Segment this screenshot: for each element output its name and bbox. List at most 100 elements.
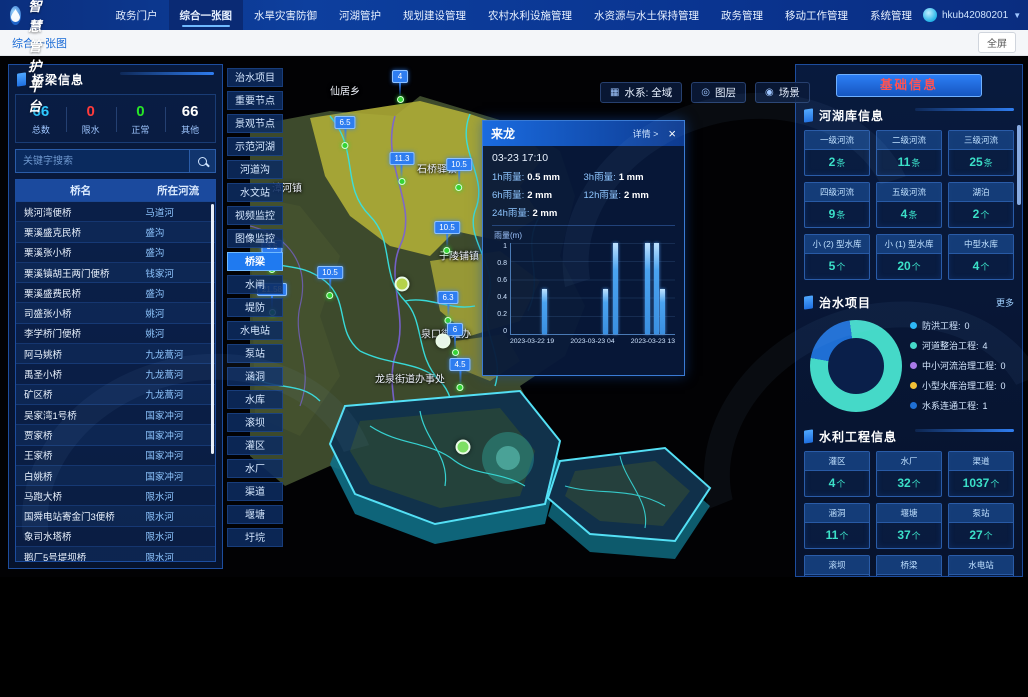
layer-menu-item[interactable]: 治水项目 — [227, 68, 283, 87]
base-info-button[interactable]: 基础信息 — [836, 74, 982, 97]
layer-menu-item[interactable]: 河道沟 — [227, 160, 283, 179]
popup-title: 来龙 — [491, 125, 515, 142]
table-row[interactable]: 栗溪张小桥 盛沟 — [16, 243, 215, 263]
table-row[interactable]: 白姚桥 国家冲河 — [16, 466, 215, 486]
table-row[interactable]: 王家桥 国家冲河 — [16, 446, 215, 466]
bridge-table: 桥名 所在河流 姚河湾便桥 马道河 栗溪盛克民桥 盛沟 栗溪张小桥 盛沟 — [15, 179, 216, 562]
layer-menu-item[interactable]: 圩垸 — [227, 528, 283, 547]
section-accent-line — [120, 72, 214, 75]
breadcrumb-bar: 综合一张图 全屏 — [0, 30, 1028, 56]
layer-menu-item[interactable]: 渠道 — [227, 482, 283, 501]
main-area: 仙居乡 漳河镇 石桥驿镇 子陵铺镇 泉口街道办 龙泉街道办事处 4 6.5 — [0, 56, 1028, 577]
nav-tab[interactable]: 河湖管护 — [328, 0, 392, 30]
table-row[interactable]: 阿马姚桥 九龙蒿河 — [16, 344, 215, 364]
close-icon[interactable]: × — [668, 127, 676, 140]
layer-menu-item[interactable]: 视频监控 — [227, 206, 283, 225]
search-input[interactable] — [15, 149, 190, 173]
layer-menu-item[interactable]: 水厂 — [227, 459, 283, 478]
nav-tab[interactable]: 规划建设管理 — [392, 0, 477, 30]
marker-pin-icon — [457, 384, 464, 391]
map-icon[interactable] — [436, 334, 451, 349]
table-row[interactable]: 栗溪镇胡王两门便桥 钱家河 — [16, 263, 215, 283]
detail-link[interactable]: 详情 > — [633, 127, 659, 140]
table-scrollbar[interactable] — [211, 204, 214, 454]
legend-dot-icon — [910, 402, 917, 409]
rivers-grid: 一级河流 2条 二级河流 11条 三级河流 25条 四级河流 9条 — [796, 128, 1022, 288]
section-accent-line — [915, 108, 1014, 111]
table-row[interactable]: 马跑大桥 限水河 — [16, 486, 215, 506]
stat-tile: 湖泊 2个 — [948, 182, 1014, 228]
layer-menu-item[interactable]: 景观节点 — [227, 114, 283, 133]
layer-menu-item[interactable]: 重要节点 — [227, 91, 283, 110]
marker-pin-icon — [443, 247, 450, 254]
map-icon[interactable] — [456, 440, 471, 455]
nav-tab[interactable]: 移动工作管理 — [774, 0, 859, 30]
marker-stem — [344, 129, 346, 142]
map-marker[interactable]: 11.3 — [390, 152, 415, 185]
map-marker[interactable]: 10.5 — [446, 158, 472, 191]
nav-tab[interactable]: 政务管理 — [710, 0, 774, 30]
user-menu[interactable]: hkub42080201 ▼ — [923, 8, 1028, 22]
stat-tile: 泵站 27个 — [948, 503, 1014, 549]
avatar — [923, 8, 937, 22]
nav-tab[interactable]: 农村水利设施管理 — [477, 0, 583, 30]
fullscreen-button[interactable]: 全屏 — [978, 32, 1016, 53]
legend-item: 防洪工程:0 — [910, 319, 1014, 332]
marker-pin-icon — [398, 178, 405, 185]
layer-menu-item[interactable]: 示范河湖 — [227, 137, 283, 156]
layer-menu-item[interactable]: 水库 — [227, 390, 283, 409]
table-row[interactable]: 鹅厂5号堤坝桥 限水河 — [16, 547, 215, 562]
layer-menu-item[interactable]: 滚坝 — [227, 413, 283, 432]
layer-menu-item[interactable]: 桥梁 — [227, 252, 283, 271]
table-row[interactable]: 国舜电站寄金门3便桥 限水河 — [16, 506, 215, 526]
nav-tab[interactable]: 水资源与水土保持管理 — [583, 0, 710, 30]
nav-tab[interactable]: 系统管理 — [859, 0, 923, 30]
map-marker[interactable]: 4.5 — [449, 358, 470, 391]
layer-menu-item[interactable]: 堰塘 — [227, 505, 283, 524]
nav-tab[interactable]: 水旱灾害防御 — [243, 0, 328, 30]
layer-menu-item[interactable]: 图像监控 — [227, 229, 283, 248]
nav-tab[interactable]: 政务门户 — [105, 0, 169, 30]
layer-menu-item[interactable]: 泵站 — [227, 344, 283, 363]
table-row[interactable]: 贾家桥 国家冲河 — [16, 425, 215, 445]
map-marker[interactable]: 10.5 — [434, 221, 460, 254]
map-tool-button[interactable]: ▦ 水系: 全域 — [600, 82, 682, 103]
map-marker[interactable]: 6.3 — [437, 291, 458, 324]
table-row[interactable]: 司盛张小桥 姚河 — [16, 303, 215, 323]
table-row[interactable]: 象司水塔桥 限水河 — [16, 527, 215, 547]
layer-menu-item[interactable]: 灌区 — [227, 436, 283, 455]
right-panel-scrollbar[interactable] — [1017, 125, 1021, 205]
map-icon[interactable] — [395, 277, 410, 292]
table-row[interactable]: 禹圣小桥 九龙蒿河 — [16, 364, 215, 384]
table-row[interactable]: 栗溪盛克民桥 盛沟 — [16, 222, 215, 242]
col-header-name: 桥名 — [16, 183, 141, 198]
tool-icon: ◉ — [765, 87, 774, 98]
map-town-label: 龙泉街道办事处 — [375, 371, 445, 386]
map-tool-button[interactable]: ◎ 图层 — [691, 82, 746, 103]
layer-menu-item[interactable]: 水文站 — [227, 183, 283, 202]
nav-tab[interactable]: 综合一张图 — [169, 0, 244, 30]
section-accent-line — [915, 429, 1014, 432]
layer-menu-item[interactable]: 涵洞 — [227, 367, 283, 386]
map-marker[interactable]: 6.5 — [334, 116, 355, 149]
table-row[interactable]: 栗溪盛费民桥 盛沟 — [16, 283, 215, 303]
stat-tile: 中型水库 4个 — [948, 234, 1014, 280]
map-marker[interactable]: 4 — [392, 70, 408, 103]
table-row[interactable]: 李学桥门便桥 姚河 — [16, 324, 215, 344]
layer-menu-item[interactable]: 水电站 — [227, 321, 283, 340]
layer-menu-item[interactable]: 水闸 — [227, 275, 283, 294]
layer-menu-item[interactable]: 堤防 — [227, 298, 283, 317]
map-marker[interactable]: 10.5 — [317, 266, 343, 299]
table-row[interactable]: 姚河湾便桥 马道河 — [16, 202, 215, 222]
map-town-label: 仙居乡 — [330, 83, 360, 98]
table-row[interactable]: 矿区桥 九龙蒿河 — [16, 385, 215, 405]
section-chip-icon — [804, 429, 813, 443]
table-row[interactable]: 吴家湾1号桥 国家冲河 — [16, 405, 215, 425]
search-button[interactable] — [190, 149, 216, 173]
stat-tile: 四级河流 9条 — [804, 182, 870, 228]
more-link[interactable]: 更多 — [996, 296, 1014, 309]
marker-pin-icon — [326, 292, 333, 299]
rain-metric: 6h雨量:2 mm — [492, 187, 584, 201]
works-grid: 灌区 4个 水厂 32个 渠道 1037个 涵洞 11个 — [796, 449, 1022, 577]
map-tool-button[interactable]: ◉ 场景 — [755, 82, 810, 103]
